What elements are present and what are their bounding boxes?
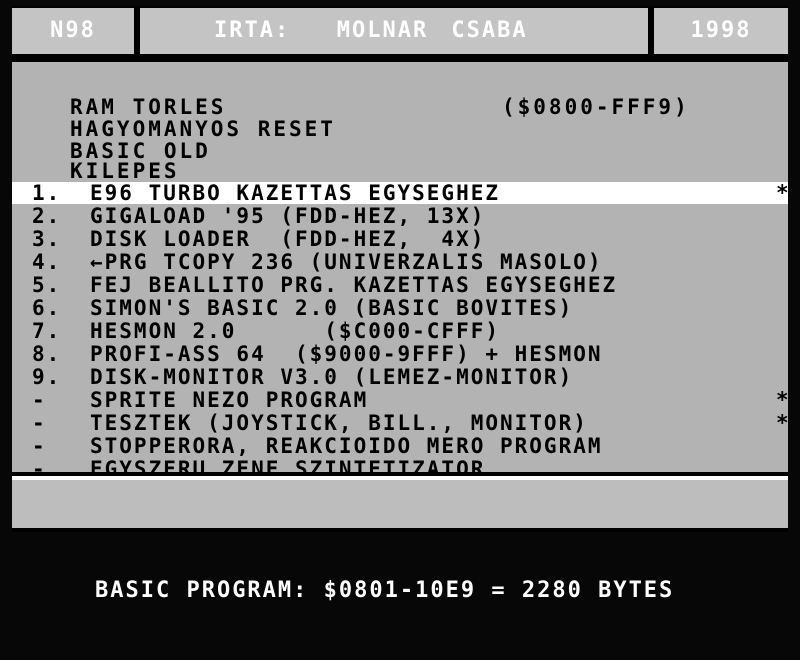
status-separator bbox=[12, 476, 788, 480]
menu-item-label: DISK-MONITOR V3.0 (LEMEZ-MONITOR) bbox=[90, 365, 574, 389]
menu-item-label: PROFI-ASS 64 ($9000-9FFF) + HESMON bbox=[90, 342, 603, 366]
status-bar: BASIC PROGRAM: $0801-10E9 = 2280 BYTES bbox=[12, 476, 788, 603]
ram-range-label: ($0800-FFF9) bbox=[502, 95, 690, 119]
menu-item-number: 5. bbox=[32, 273, 62, 297]
menu-item[interactable]: - SPRITE NEZO PROGRAM * bbox=[12, 389, 788, 411]
menu-item-label: TESZTEK (JOYSTICK, BILL., MONITOR) bbox=[90, 411, 588, 435]
menu-item[interactable]: 5. FEJ BEALLITO PRG. KAZETTAS EGYSEGHEZ bbox=[12, 274, 788, 296]
menu-item-number: 4. bbox=[32, 250, 62, 274]
release-year: 1998 bbox=[654, 8, 788, 54]
menu-item-label: FEJ BEALLITO PRG. KAZETTAS EGYSEGHEZ bbox=[90, 273, 618, 297]
menu-item-label: STOPPERORA, REAKCIOIDO MERO PROGRAM bbox=[90, 434, 603, 458]
c64-screen: N98 IRTA: MOLNAR CSABA 1998 RAM TORLES (… bbox=[12, 6, 788, 603]
menu-item[interactable]: 3. DISK LOADER (FDD-HEZ, 4X) bbox=[12, 228, 788, 250]
menu-item-number: 8. bbox=[32, 342, 62, 366]
menu-option-kilepes[interactable]: KILEPES bbox=[70, 160, 180, 182]
menu-item[interactable]: - STOPPERORA, REAKCIOIDO MERO PROGRAM bbox=[12, 435, 788, 457]
menu-item[interactable]: 1. E96 TURBO KAZETTAS EGYSEGHEZ * bbox=[12, 182, 788, 204]
menu-item-marker: * bbox=[776, 182, 788, 204]
menu-item[interactable]: 9. DISK-MONITOR V3.0 (LEMEZ-MONITOR) bbox=[12, 366, 788, 388]
menu-item-number: - bbox=[32, 434, 47, 458]
menu-item[interactable]: 4. ←PRG TCOPY 236 (UNIVERZALIS MASOLO) bbox=[12, 251, 788, 273]
menu-item-number: - bbox=[32, 457, 47, 472]
menu-item-marker: * bbox=[776, 412, 788, 434]
menu-panel: RAM TORLES ($0800-FFF9) HAGYOMANYOS RESE… bbox=[12, 62, 788, 472]
author-credit: IRTA: MOLNAR CSABA bbox=[140, 8, 648, 54]
menu-item-label: E96 TURBO KAZETTAS EGYSEGHEZ bbox=[90, 181, 501, 205]
menu-item-number: 2. bbox=[32, 204, 62, 228]
menu-item-label: GIGALOAD '95 (FDD-HEZ, 13X) bbox=[90, 204, 486, 228]
status-text: BASIC PROGRAM: $0801-10E9 = 2280 BYTES bbox=[94, 578, 675, 603]
header-bar: N98 IRTA: MOLNAR CSABA 1998 bbox=[12, 6, 788, 56]
menu-item-label: SPRITE NEZO PROGRAM bbox=[90, 388, 369, 412]
menu-item-number: 6. bbox=[32, 296, 62, 320]
menu-item[interactable]: - EGYSZERU ZENE SZINTETIZATOR bbox=[12, 458, 788, 472]
menu-item-label: EGYSZERU ZENE SZINTETIZATOR bbox=[90, 457, 486, 472]
menu-item[interactable]: 2. GIGALOAD '95 (FDD-HEZ, 13X) bbox=[12, 205, 788, 227]
menu-option-ram-torles[interactable]: RAM TORLES bbox=[70, 96, 226, 118]
program-code: N98 bbox=[12, 8, 134, 54]
menu-item[interactable]: 8. PROFI-ASS 64 ($9000-9FFF) + HESMON bbox=[12, 343, 788, 365]
menu-item-number: - bbox=[32, 388, 47, 412]
menu-option-reset[interactable]: HAGYOMANYOS RESET bbox=[70, 118, 336, 140]
menu-item-label: ←PRG TCOPY 236 (UNIVERZALIS MASOLO) bbox=[90, 250, 603, 274]
menu-item-label: DISK LOADER (FDD-HEZ, 4X) bbox=[90, 227, 486, 251]
menu-item[interactable]: 6. SIMON'S BASIC 2.0 (BASIC BOVITES) bbox=[12, 297, 788, 319]
menu-item-label: HESMON 2.0 ($C000-CFFF) bbox=[90, 319, 501, 343]
menu-item[interactable]: - TESZTEK (JOYSTICK, BILL., MONITOR) * bbox=[12, 412, 788, 434]
menu-item-label: SIMON'S BASIC 2.0 (BASIC BOVITES) bbox=[90, 296, 574, 320]
menu-item-number: 9. bbox=[32, 365, 62, 389]
menu-item-marker: * bbox=[776, 389, 788, 411]
menu-item-number: 1. bbox=[32, 181, 62, 205]
menu-item-number: - bbox=[32, 411, 47, 435]
menu-item[interactable]: 7. HESMON 2.0 ($C000-CFFF) bbox=[12, 320, 788, 342]
menu-item-number: 3. bbox=[32, 227, 62, 251]
menu-item-number: 7. bbox=[32, 319, 62, 343]
